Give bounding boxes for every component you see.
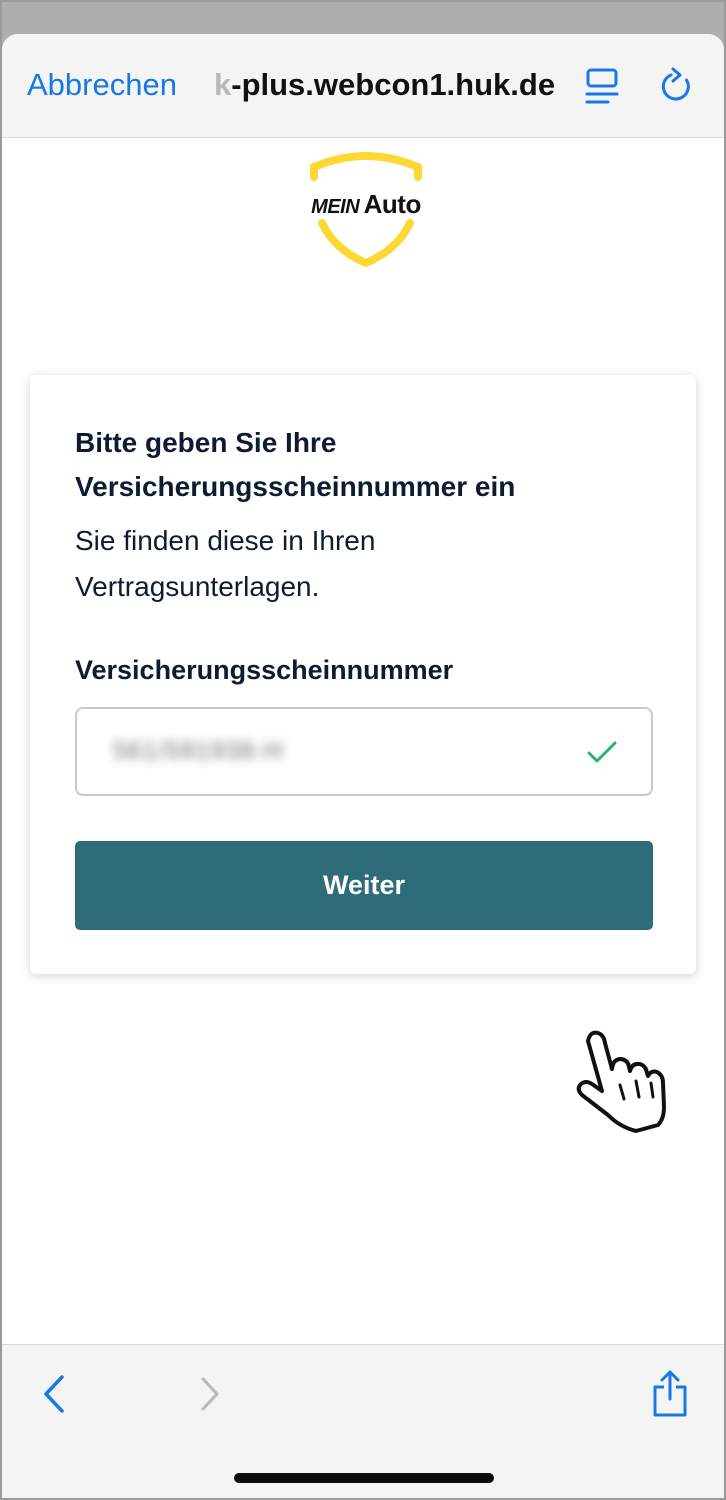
pointing-hand-icon [576, 1030, 666, 1133]
logo-wordmark: MEIN Auto [304, 189, 428, 220]
page-content: MEIN Auto Bitte geben Sie Ihre Versicher… [2, 139, 724, 1344]
url-text: -plus.webcon1.huk.de [231, 67, 556, 102]
reader-mode-icon[interactable] [584, 68, 620, 106]
reload-icon[interactable] [659, 67, 695, 105]
browser-sheet: Abbrechen k-plus.webcon1.huk.de MEIN Aut… [2, 34, 724, 1498]
logo-word-auto: Auto [363, 189, 422, 219]
weiter-button[interactable]: Weiter [75, 841, 653, 930]
policy-number-label: Versicherungsscheinnummer [75, 655, 454, 685]
policy-number-input[interactable]: 561/591938-H [75, 707, 653, 796]
share-icon[interactable] [650, 1369, 690, 1419]
cancel-button[interactable]: Abbrechen [27, 67, 177, 103]
policy-number-value: 561/591938-H [113, 737, 284, 765]
card-title: Bitte geben Sie Ihre Versicherungsschein… [75, 427, 516, 502]
logo-word-mein: MEIN [311, 196, 360, 218]
chevron-right-icon[interactable] [198, 1375, 222, 1413]
home-indicator [234, 1473, 494, 1483]
address-bar[interactable]: k-plus.webcon1.huk.de [214, 67, 559, 111]
policy-number-card: Bitte geben Sie Ihre Versicherungsschein… [30, 375, 696, 974]
browser-bottom-toolbar [2, 1344, 724, 1498]
url-prefix: k [214, 67, 232, 102]
browser-top-bar: Abbrechen k-plus.webcon1.huk.de [2, 34, 724, 138]
checkmark-icon [587, 741, 617, 763]
card-subtitle: Sie finden diese in Ihren Vertragsunterl… [75, 525, 376, 602]
chevron-left-icon[interactable] [40, 1373, 68, 1415]
